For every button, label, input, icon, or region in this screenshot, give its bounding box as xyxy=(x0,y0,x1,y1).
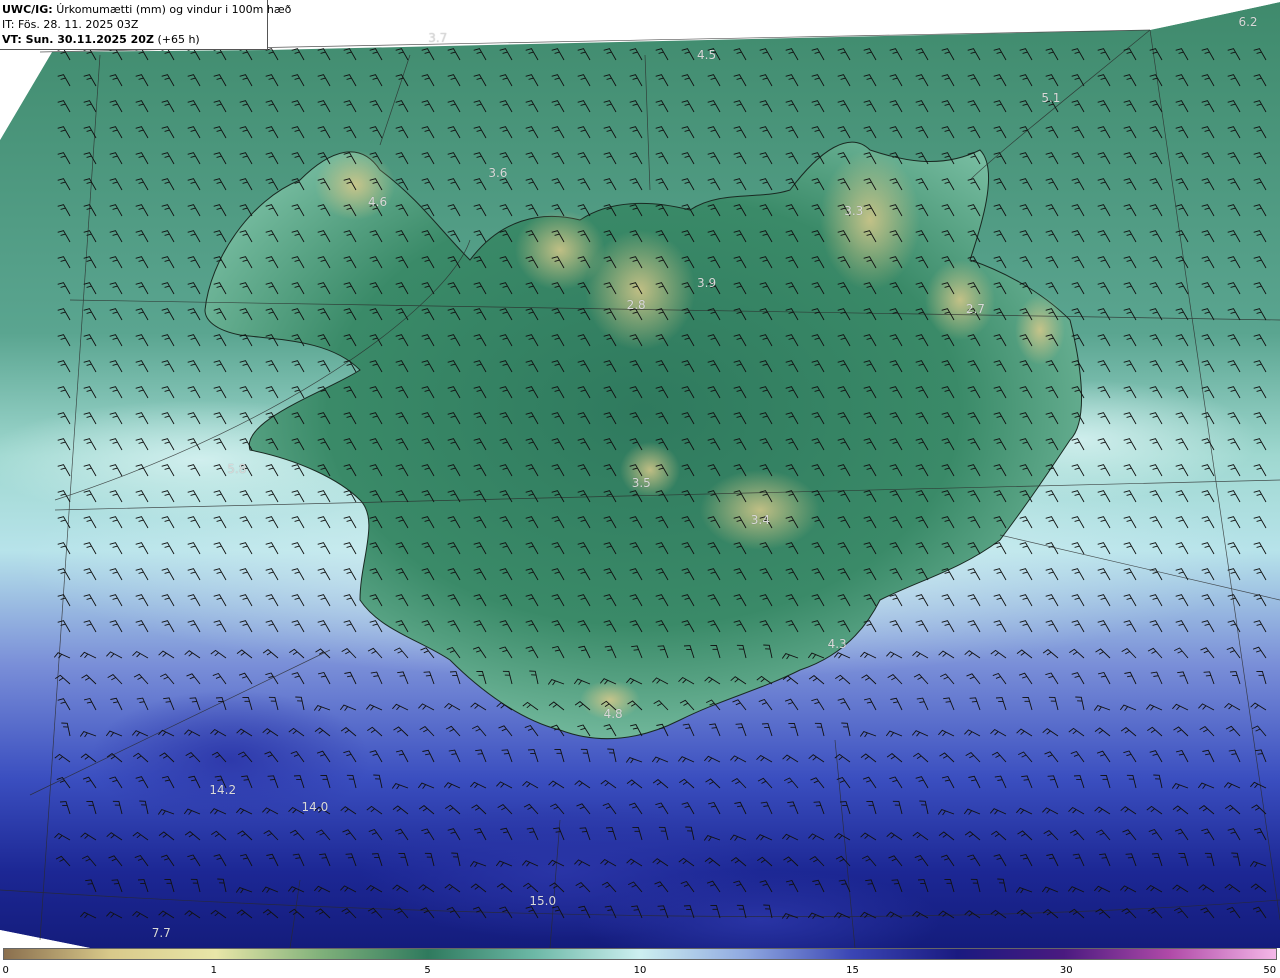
value-label: 2.7 xyxy=(965,302,985,317)
value-label: 4.8 xyxy=(603,706,623,721)
map-canvas xyxy=(0,0,1280,948)
forecast-map: 3.7 4.5 6.2 5.1 3.6 4.6 3.3 3.9 2.8 2.7 5.8 3.5 3.4 4… xyxy=(0,0,1280,948)
color-scale-tick: 1 xyxy=(210,965,217,976)
color-scale-tick: 0 xyxy=(2,965,9,976)
color-scale-tick: 5 xyxy=(424,965,431,976)
title-line: UWC/IG: Úrkomumætti (mm) og vindur i 100… xyxy=(2,2,291,17)
forecast-offset: (+65 h) xyxy=(157,33,200,46)
map-header: UWC/IG: Úrkomumætti (mm) og vindur i 100… xyxy=(0,0,291,50)
value-label: 14.0 xyxy=(301,799,329,814)
color-scale-tick: 30 xyxy=(1059,965,1073,976)
value-label: 2.8 xyxy=(626,298,646,313)
value-label: 3.3 xyxy=(844,204,864,219)
initial-time: IT: Fös. 28. 11. 2025 03Z xyxy=(2,18,139,31)
value-label: 4.3 xyxy=(827,636,847,651)
value-label: 3.6 xyxy=(488,166,508,181)
color-scale-tick: 15 xyxy=(846,965,859,976)
color-scale-tick: 10 xyxy=(633,965,647,976)
value-label: 3.5 xyxy=(631,476,651,491)
value-label: 5.8 xyxy=(227,462,247,477)
color-scale: 0 1 5 10 15 30 50 xyxy=(0,948,1280,978)
value-label: 4.5 xyxy=(697,47,717,62)
color-scale-bar xyxy=(3,948,1277,960)
value-label: 15.0 xyxy=(529,893,557,908)
value-label: 4.6 xyxy=(368,195,388,210)
value-label: 14.2 xyxy=(209,783,237,798)
valid-time-line: VT: Sun. 30.11.2025 20Z (+65 h) xyxy=(2,32,267,47)
value-label: 3.9 xyxy=(697,275,717,290)
model-label: UWC/IG: xyxy=(2,3,53,16)
value-label: 7.7 xyxy=(151,926,171,940)
value-label: 3.4 xyxy=(750,513,770,528)
chart-title: Úrkomumætti (mm) og vindur i 100m hæð xyxy=(56,3,292,16)
value-label: 5.1 xyxy=(1041,90,1061,105)
value-label: 6.2 xyxy=(1238,15,1258,30)
value-label: 3.7 xyxy=(428,31,448,46)
color-scale-tick: 50 xyxy=(1263,965,1277,976)
valid-time: VT: Sun. 30.11.2025 20Z xyxy=(2,33,154,46)
